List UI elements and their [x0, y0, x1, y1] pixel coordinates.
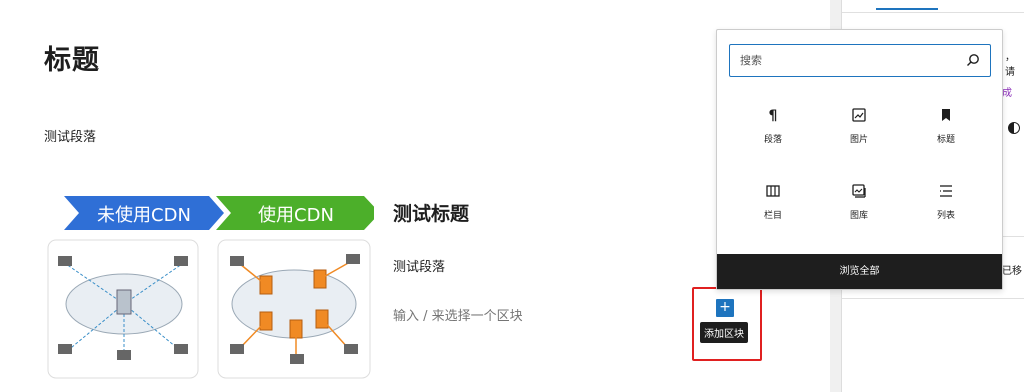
block-label: 栏目	[763, 211, 782, 221]
block-label: 段落	[763, 135, 782, 145]
heading-bookmark-icon	[942, 109, 950, 121]
block-inserter-popover: ¶ 段落 图片 标题 栏目 图库	[716, 29, 1003, 290]
block-paragraph[interactable]: ¶ 段落	[738, 108, 808, 168]
image-icon	[852, 108, 866, 122]
block-placeholder[interactable]: 输入 / 来选择一个区块	[393, 305, 523, 324]
search-icon[interactable]	[966, 53, 980, 67]
sidebar-active-tab-indicator	[876, 8, 938, 10]
add-block-button[interactable]: +	[716, 299, 734, 317]
media-text-paragraph[interactable]: 测试段落	[393, 256, 445, 275]
block-heading[interactable]: 标题	[911, 108, 981, 168]
banner-left-label: 未使用CDN	[97, 205, 191, 226]
gallery-icon	[852, 184, 866, 198]
search-box	[729, 44, 991, 77]
post-title[interactable]: 标题	[44, 38, 100, 77]
sidebar-text: ，请	[1005, 52, 1015, 78]
block-columns[interactable]: 栏目	[738, 184, 808, 244]
add-block-tooltip: 添加区块	[700, 322, 748, 343]
block-list[interactable]: 列表	[911, 184, 981, 244]
paragraph-block[interactable]: 测试段落	[44, 126, 96, 145]
paragraph-icon: ¶	[769, 108, 778, 122]
cdn-comparison-image[interactable]: 未使用CDN 使用CDN	[44, 192, 374, 382]
browse-all-button[interactable]: 浏览全部	[717, 254, 1002, 289]
sidebar-divider	[842, 12, 1024, 13]
block-label: 图片	[849, 135, 868, 145]
block-image[interactable]: 图片	[824, 108, 894, 168]
sidebar-divider	[842, 298, 1024, 299]
editor-canvas: 标题 测试段落 未使用CDN 使用CDN 测试标题 测试段落 输入 / 来选择一…	[0, 0, 830, 392]
sidebar-link[interactable]: 成	[1002, 84, 1012, 99]
media-text-heading[interactable]: 测试标题	[393, 199, 469, 226]
svg-text:¶: ¶	[769, 108, 778, 122]
block-label: 标题	[936, 135, 955, 145]
block-label: 列表	[936, 211, 955, 221]
sidebar-text: 已移	[1002, 266, 1022, 277]
columns-icon	[766, 185, 780, 197]
search-input[interactable]	[740, 45, 960, 75]
block-label: 图库	[849, 211, 868, 221]
contrast-icon[interactable]	[1008, 122, 1020, 134]
block-gallery[interactable]: 图库	[824, 184, 894, 244]
list-icon	[940, 185, 952, 197]
banner-right-label: 使用CDN	[258, 205, 334, 226]
